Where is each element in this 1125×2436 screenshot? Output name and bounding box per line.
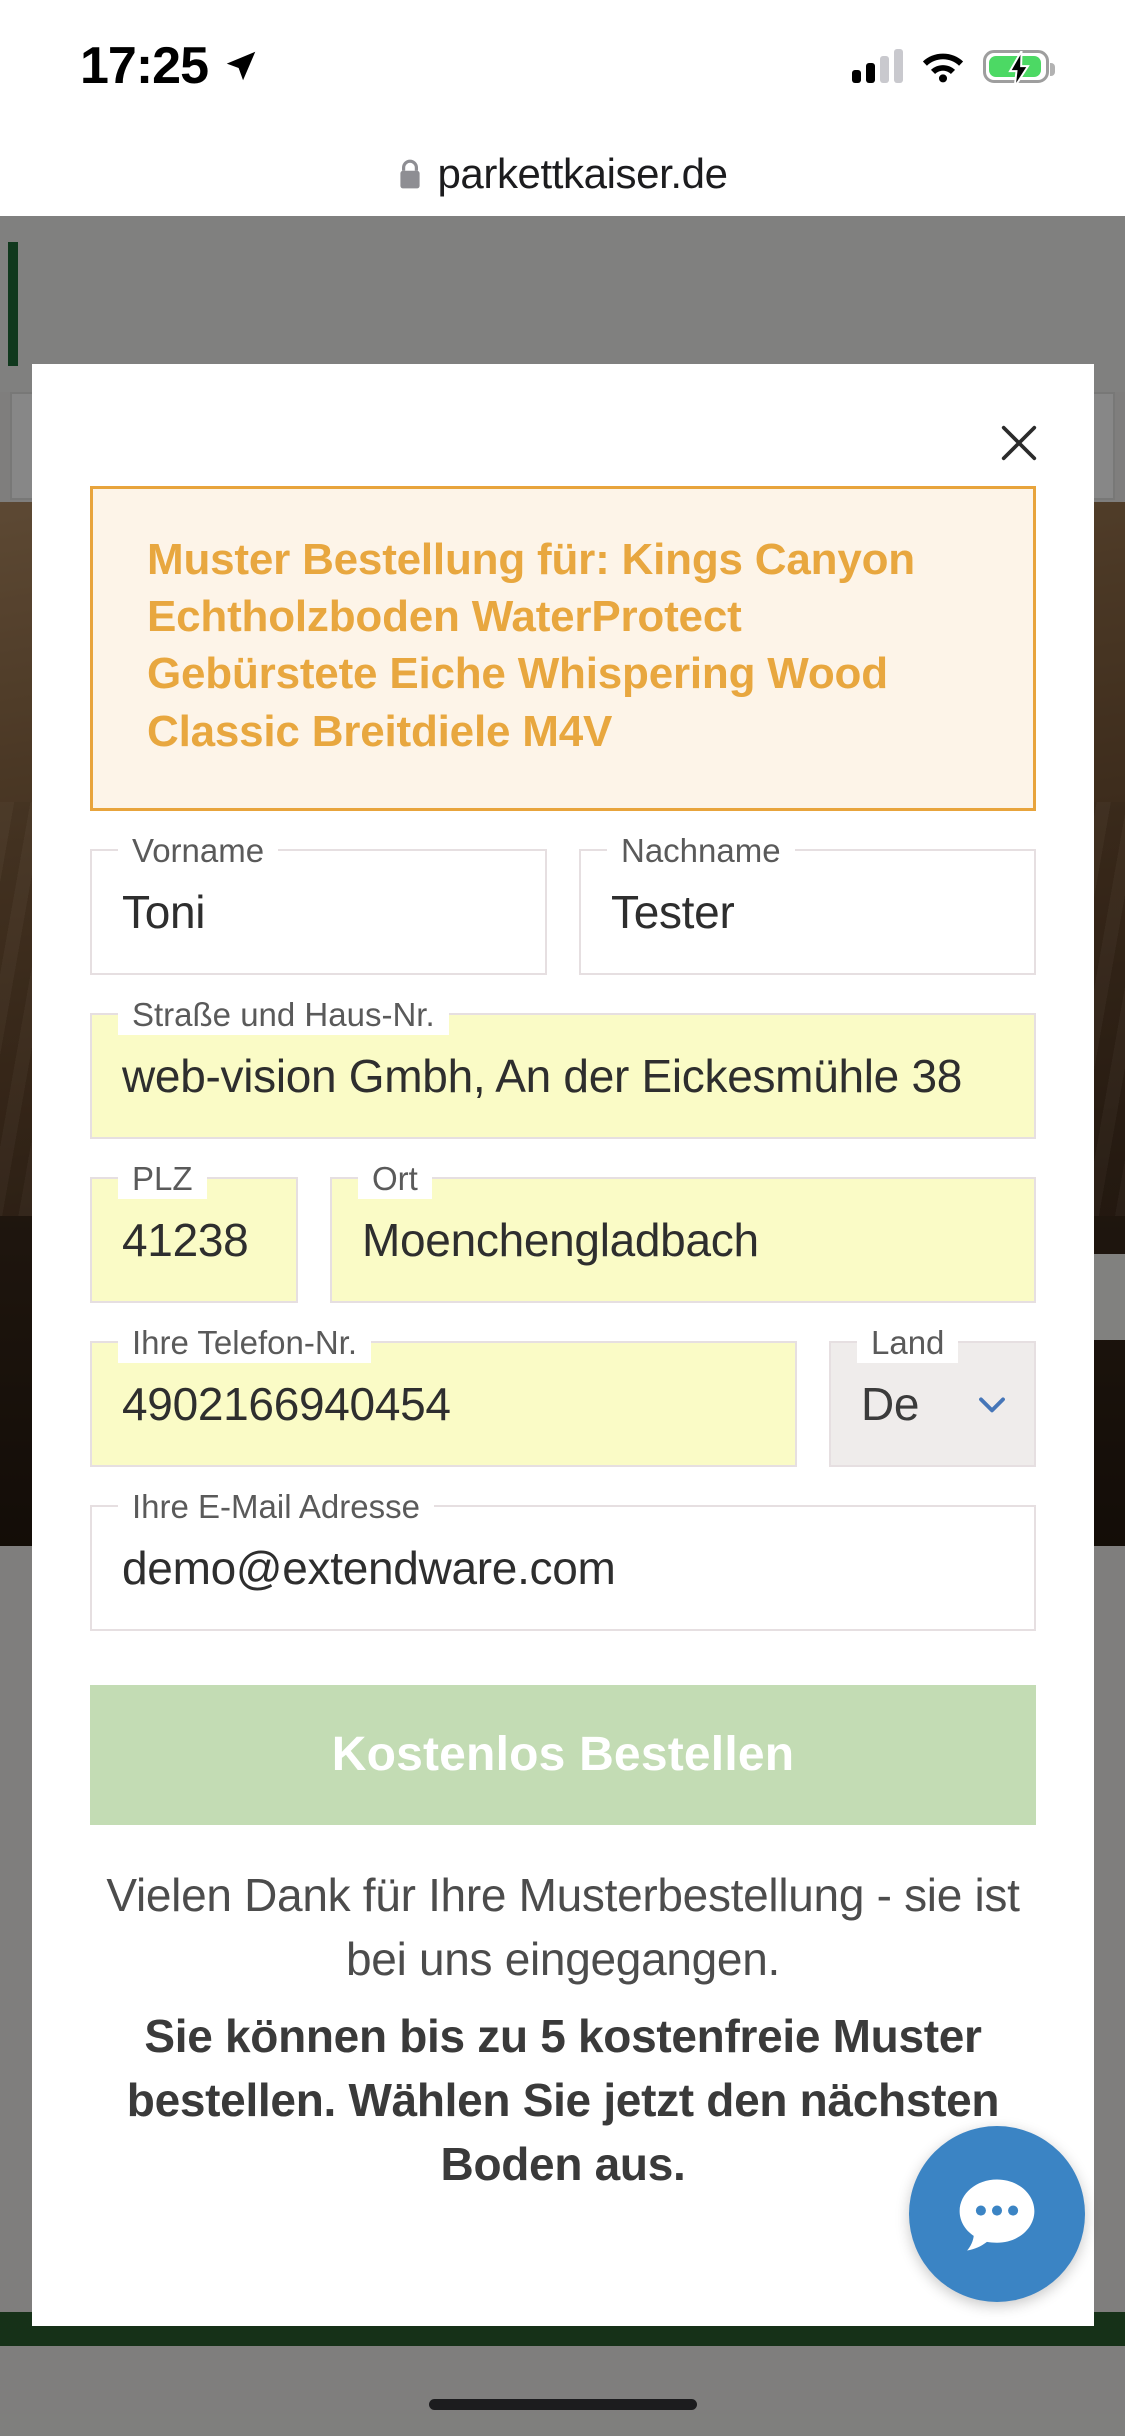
chat-bubble-icon xyxy=(951,2168,1043,2260)
nachname-field[interactable]: Nachname Tester xyxy=(579,830,1036,975)
browser-url-bar[interactable]: parkettkaiser.de xyxy=(0,132,1125,216)
telefon-label: Ihre Telefon-Nr. xyxy=(118,1322,372,1363)
chat-button[interactable] xyxy=(909,2126,1085,2302)
submit-order-label: Kostenlos Bestellen xyxy=(331,1728,795,1782)
strasse-field[interactable]: Straße und Haus-Nr. web-vision Gmbh, An … xyxy=(90,994,1036,1139)
email-row: Ihre E-Mail Adresse demo@extendware.com xyxy=(90,1486,1036,1631)
land-label: Land xyxy=(857,1322,959,1363)
city-row: PLZ 41238 Ort Moenchengladbach xyxy=(90,1158,1036,1303)
nachname-label: Nachname xyxy=(607,830,795,871)
chevron-down-icon[interactable] xyxy=(970,1382,1014,1426)
status-bar-clock: 17:25 xyxy=(80,37,209,95)
ort-label: Ort xyxy=(358,1158,432,1199)
order-notice-text: Muster Bestellung für: Kings Canyon Echt… xyxy=(147,535,915,756)
sample-order-modal: Muster Bestellung für: Kings Canyon Echt… xyxy=(32,364,1094,2326)
email-value: demo@extendware.com xyxy=(122,1541,616,1594)
modal-body: Muster Bestellung für: Kings Canyon Echt… xyxy=(32,486,1094,2197)
plz-field[interactable]: PLZ 41238 xyxy=(90,1158,298,1303)
email-field[interactable]: Ihre E-Mail Adresse demo@extendware.com xyxy=(90,1486,1036,1631)
ort-value: Moenchengladbach xyxy=(362,1213,759,1266)
strasse-value: web-vision Gmbh, An der Eickesmühle 38 xyxy=(122,1049,963,1102)
close-icon xyxy=(996,420,1042,466)
url-text: parkettkaiser.de xyxy=(437,150,728,197)
land-select[interactable]: Land De xyxy=(829,1322,1036,1467)
close-button[interactable] xyxy=(988,412,1050,474)
submit-order-button[interactable]: Kostenlos Bestellen xyxy=(90,1684,1036,1825)
wifi-icon xyxy=(921,49,965,83)
confirmation-message: Vielen Dank für Ihre Musterbestellung - … xyxy=(106,1868,1020,1986)
confirmation-message-strong: Sie können bis zu 5 kostenfreie Muster b… xyxy=(126,2009,1000,2191)
battery-charging-icon xyxy=(983,49,1055,87)
land-value: De xyxy=(861,1377,920,1430)
plz-label: PLZ xyxy=(118,1158,207,1199)
vorname-value: Toni xyxy=(122,885,206,938)
ios-status-bar: 17:25 xyxy=(0,0,1125,132)
email-label: Ihre E-Mail Adresse xyxy=(118,1486,434,1527)
vorname-field[interactable]: Vorname Toni xyxy=(90,830,547,975)
telefon-value: 4902166940454 xyxy=(122,1377,451,1430)
telefon-field[interactable]: Ihre Telefon-Nr. 4902166940454 xyxy=(90,1322,797,1467)
street-row: Straße und Haus-Nr. web-vision Gmbh, An … xyxy=(90,994,1036,1139)
vorname-label: Vorname xyxy=(118,830,279,871)
order-notice-banner: Muster Bestellung für: Kings Canyon Echt… xyxy=(90,486,1036,811)
cellular-bars-icon xyxy=(852,49,903,83)
status-bar-right xyxy=(852,49,1055,87)
plz-value: 41238 xyxy=(122,1213,249,1266)
home-indicator xyxy=(428,2399,697,2410)
strasse-label: Straße und Haus-Nr. xyxy=(118,994,449,1035)
lock-icon xyxy=(397,158,423,190)
name-row: Vorname Toni Nachname Tester xyxy=(90,830,1036,975)
ort-field[interactable]: Ort Moenchengladbach xyxy=(330,1158,1036,1303)
location-arrow-icon xyxy=(222,47,260,85)
phone-row: Ihre Telefon-Nr. 4902166940454 Land De xyxy=(90,1322,1036,1467)
status-bar-left: 17:25 xyxy=(80,40,260,92)
nachname-value: Tester xyxy=(611,885,735,938)
